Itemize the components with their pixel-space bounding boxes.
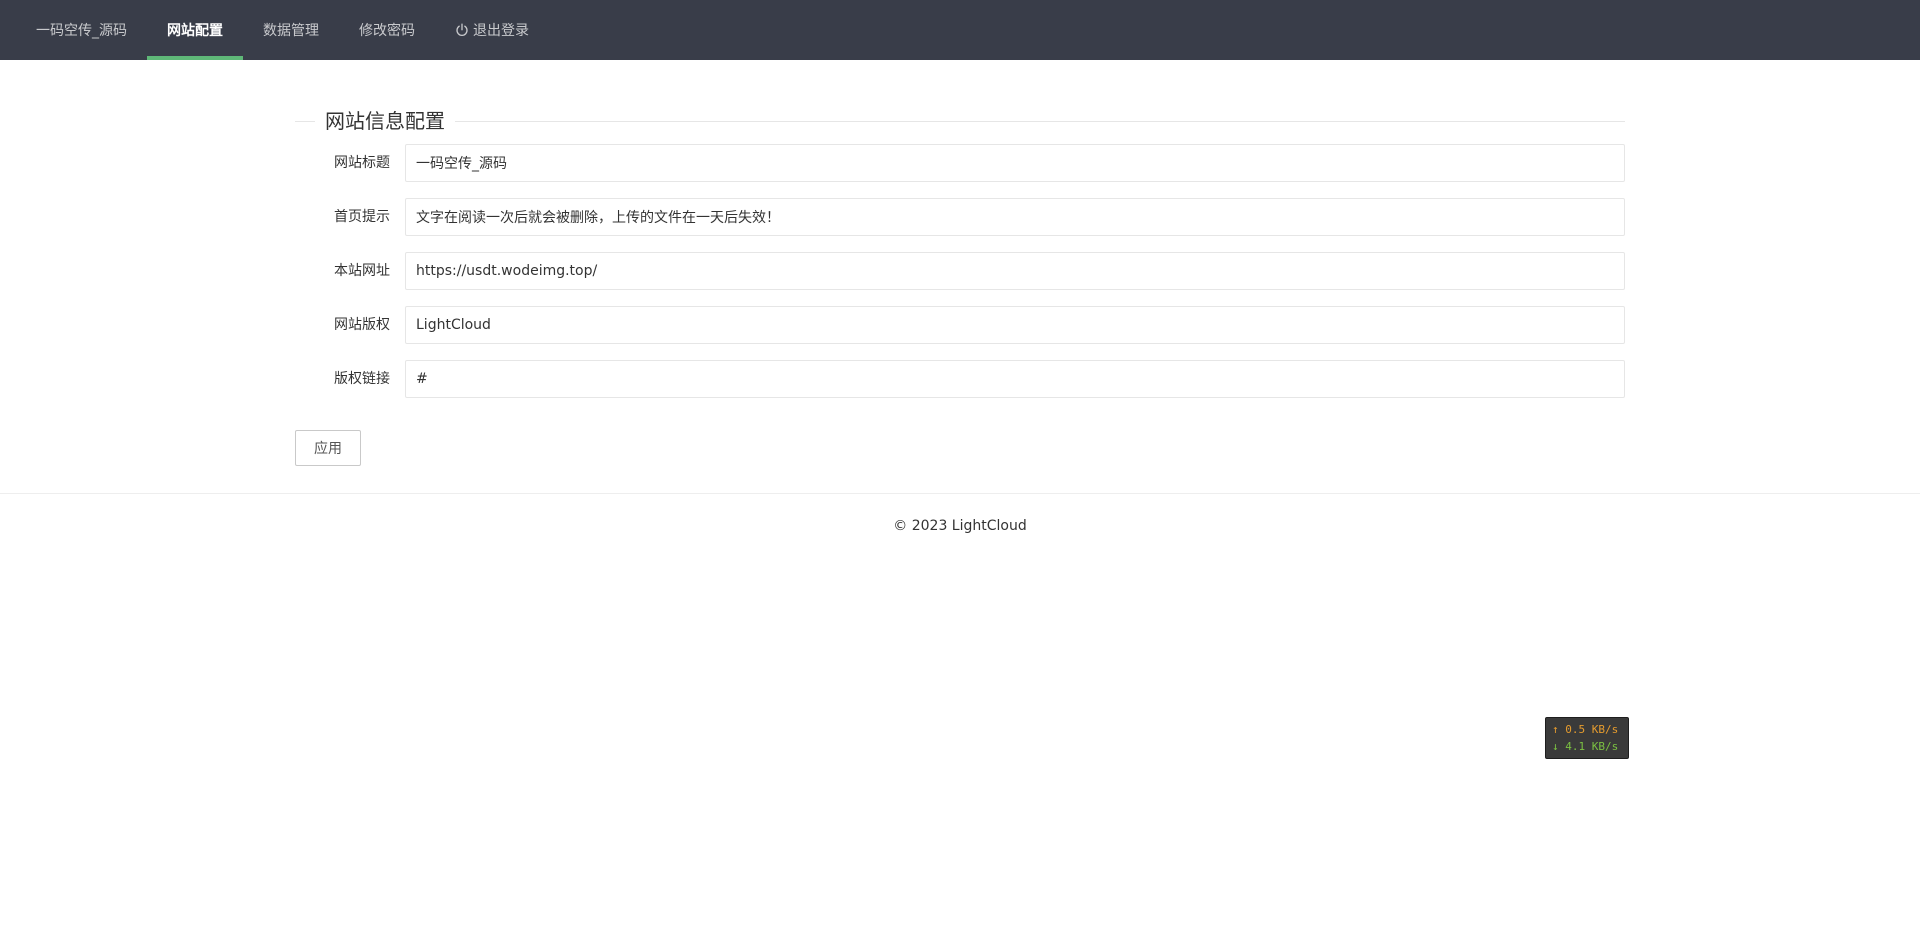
nav-brand-label: 一码空传_源码 [36, 23, 127, 39]
legend-divider [295, 121, 1625, 122]
nav-item-label: 修改密码 [359, 23, 415, 39]
home-tip-label: 首页提示 [334, 209, 390, 225]
site-url-label: 本站网址 [334, 263, 390, 279]
copyright-link-input[interactable] [405, 360, 1625, 398]
site-url-input[interactable] [405, 252, 1625, 290]
network-speed-widget[interactable]: ↑ 0.5 KB/s ↓ 4.1 KB/s [1545, 717, 1629, 759]
footer-copyright: © 2023 LightCloud [893, 518, 1027, 534]
nav-item-brand[interactable]: 一码空传_源码 [16, 0, 147, 60]
footer-divider [0, 493, 1920, 494]
form-row-site-url: 本站网址 [295, 252, 1625, 290]
power-icon [455, 23, 469, 37]
form-legend: 网站信息配置 [315, 108, 455, 134]
nav-logout-label: 退出登录 [473, 23, 529, 39]
copyright-label: 网站版权 [334, 317, 390, 333]
form-row-copyright-link: 版权链接 [295, 360, 1625, 398]
nav-item-change-password[interactable]: 修改密码 [339, 0, 435, 60]
nav-item-label: 网站配置 [167, 23, 223, 39]
nav-item-site-config[interactable]: 网站配置 [147, 0, 243, 60]
nav-item-label: 数据管理 [263, 23, 319, 39]
home-tip-input[interactable] [405, 198, 1625, 236]
form-row-home-tip: 首页提示 [295, 198, 1625, 236]
top-nav-bar: 一码空传_源码 网站配置 数据管理 修改密码 退出登录 [0, 0, 1920, 60]
nav-item-logout[interactable]: 退出登录 [435, 0, 549, 60]
form-row-site-title: 网站标题 [295, 144, 1625, 182]
download-speed: ↓ 4.1 KB/s [1552, 740, 1619, 753]
copyright-input[interactable] [405, 306, 1625, 344]
apply-button[interactable]: 应用 [295, 430, 361, 466]
form-row-copyright: 网站版权 [295, 306, 1625, 344]
upload-speed: ↑ 0.5 KB/s [1552, 723, 1619, 736]
nav-item-data-management[interactable]: 数据管理 [243, 0, 339, 60]
site-title-input[interactable] [405, 144, 1625, 182]
site-title-label: 网站标题 [334, 155, 390, 171]
copyright-link-label: 版权链接 [334, 371, 390, 387]
